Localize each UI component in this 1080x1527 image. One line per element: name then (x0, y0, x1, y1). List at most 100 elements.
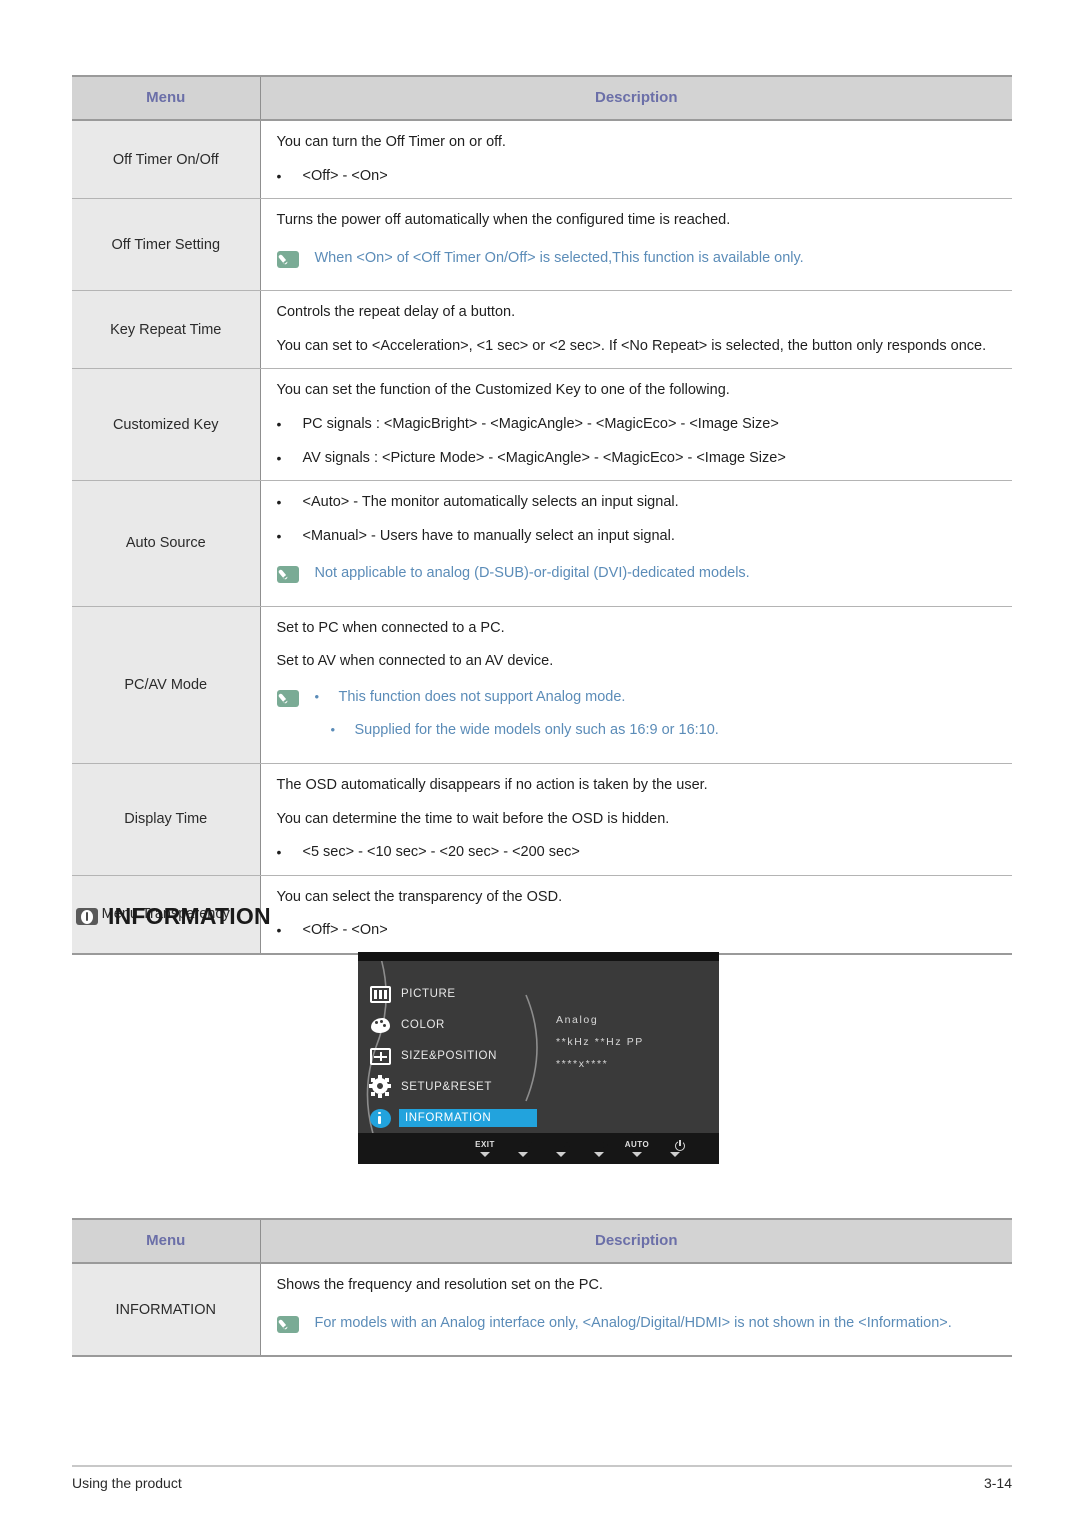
description-cell: Set to PC when connected to a PC. Set to … (260, 606, 1012, 765)
description-cell: The OSD automatically disappears if no a… (260, 763, 1012, 876)
description-cell: You can select the transparency of the O… (260, 875, 1012, 955)
table-row: INFORMATION Shows the frequency and resol… (72, 1263, 1012, 1358)
bullet-text: <5 sec> - <10 sec> - <20 sec> - <200 sec… (302, 844, 580, 861)
column-header-menu: Menu (72, 75, 261, 121)
note-row: • This function does not support Analog m… (276, 688, 999, 741)
description-cell: Turns the power off automatically when t… (260, 198, 1012, 292)
description-line: The OSD automatically disappears if no a… (276, 777, 708, 793)
osd-body: PICTURE COLOR SIZE&POSITION SETUP&RESET INFO… (358, 961, 719, 1133)
osd-button-exit[interactable]: EXIT (466, 1140, 504, 1157)
description-cell: You can turn the Off Timer on or off. • <O… (260, 120, 1012, 200)
note-row: Not applicable to analog (D-SUB)-or-digi… (276, 564, 999, 584)
description-bullet: • <Off> - <On> (277, 921, 999, 941)
note-bullet-text: This function does not support Analog mo… (338, 688, 626, 705)
color-palette-icon (370, 1016, 391, 1034)
note-clip-icon (276, 250, 299, 268)
menu-name-cell: Customized Key (72, 368, 261, 482)
note-bullet: • Supplied for the wide models only such … (315, 721, 999, 741)
table-header-row: Menu Description (72, 75, 1012, 121)
column-header-description: Description (260, 75, 1012, 121)
description-line: Set to AV when connected to an AV device… (276, 653, 554, 670)
description-bullet: • <Off> - <On> (277, 167, 999, 187)
note-bullet-text: Supplied for the wide models only such a… (354, 722, 719, 739)
bullet-text: <Off> - <On> (302, 922, 388, 939)
section-heading-information: INFORMATION (76, 903, 271, 930)
bullet-dot-icon: • (276, 527, 282, 544)
table-row: Key Repeat Time Controls the repeat delay… (72, 290, 1012, 370)
osd-info-frequency: **kHz **Hz PP (556, 1036, 644, 1049)
osd-button-indicator-icon (480, 1152, 490, 1157)
bullet-dot-icon: • (276, 167, 282, 184)
menu-name-cell: Off Timer On/Off (72, 120, 261, 200)
bullet-dot-icon: • (330, 722, 336, 738)
osd-menu-item-label: PICTURE (401, 988, 456, 1000)
osd-button-up-arrow[interactable] (542, 1140, 580, 1157)
osd-button-power[interactable] (656, 1139, 694, 1157)
bullet-text: <Auto> - The monitor automatically selec… (302, 494, 679, 511)
description-cell: • <Auto> - The monitor automatically sele… (260, 480, 1012, 607)
osd-button-enter-play[interactable] (580, 1140, 618, 1157)
osd-info-signal: Analog (556, 1014, 599, 1026)
description-line: Controls the repeat delay of a button. (276, 304, 516, 321)
osd-info-resolution: ****x**** (556, 1058, 609, 1071)
osd-button-auto[interactable]: AUTO (618, 1140, 656, 1157)
note-row: For models with an Analog interface only… (276, 1314, 999, 1334)
osd-menu-list: PICTURE COLOR SIZE&POSITION SETUP&RESET INFO… (368, 979, 548, 1134)
information-badge-icon (76, 908, 98, 925)
setup-reset-table: Menu Description Off Timer On/Off You can… (72, 75, 1012, 955)
description-line: You can set to <Acceleration>, <1 sec> o… (276, 337, 987, 354)
table-row: Display Time The OSD automatically disapp… (72, 763, 1012, 876)
osd-button-indicator-icon (518, 1152, 528, 1157)
footer-divider (72, 1465, 1012, 1467)
note-clip-icon (276, 566, 299, 584)
note-text: When <On> of <Off Timer On/Off> is selec… (314, 249, 804, 266)
bullet-dot-icon: • (276, 449, 282, 466)
note-text: For models with an Analog interface only… (314, 1314, 952, 1331)
description-cell: You can set the function of the Customiz… (260, 368, 1012, 482)
description-line: Shows the frequency and resolution set o… (276, 1277, 603, 1293)
note-text: Not applicable to analog (D-SUB)-or-digi… (314, 565, 750, 582)
osd-button-indicator-icon (594, 1152, 604, 1157)
note-clip-icon (276, 689, 299, 707)
info-circle-icon (370, 1108, 391, 1128)
osd-menu-item-label: INFORMATION (399, 1109, 538, 1127)
osd-menu-item-information[interactable]: INFORMATION (368, 1103, 548, 1133)
osd-menu-item-setup-reset[interactable]: SETUP&RESET (368, 1072, 548, 1102)
table-header-row: Menu Description (72, 1218, 1012, 1264)
osd-menu-item-picture[interactable]: PICTURE (368, 979, 548, 1009)
note-row: When <On> of <Off Timer On/Off> is selec… (276, 249, 999, 269)
osd-button-caption: EXIT (475, 1140, 495, 1149)
bullet-dot-icon: • (276, 494, 282, 511)
bullet-text: <Manual> - Users have to manually select… (302, 527, 675, 544)
footer-page-number: 3-14 (983, 1475, 1012, 1491)
osd-menu-item-size-position[interactable]: SIZE&POSITION (368, 1041, 548, 1071)
osd-button-caption: AUTO (624, 1140, 650, 1149)
osd-button-indicator-icon (556, 1152, 566, 1157)
osd-menu-item-label: SETUP&RESET (401, 1081, 492, 1093)
osd-button-down-arrow[interactable] (504, 1140, 542, 1157)
table-row: Off Timer On/Off You can turn the Off Tim… (72, 120, 1012, 200)
page-footer: Using the product 3-14 (72, 1475, 1012, 1491)
column-header-description: Description (260, 1218, 1012, 1264)
menu-name-cell: Display Time (72, 763, 261, 876)
bullet-dot-icon: • (276, 922, 282, 939)
osd-menu-item-color[interactable]: COLOR (368, 1010, 548, 1040)
description-line: You can set the function of the Customiz… (276, 382, 730, 399)
menu-name-cell: Off Timer Setting (72, 198, 261, 292)
page-title: INFORMATION (108, 903, 271, 929)
description-cell: Controls the repeat delay of a button. Yo… (260, 290, 1012, 370)
description-cell: Shows the frequency and resolution set o… (260, 1263, 1012, 1358)
document-page: Menu Description Off Timer On/Off You can… (0, 0, 1080, 1527)
bullet-text: PC signals : <MagicBright> - <MagicAngle… (302, 415, 779, 432)
description-bullet: • <Manual> - Users have to manually selec… (277, 527, 999, 547)
information-table: Menu Description INFORMATION Shows the fr… (72, 1218, 1012, 1358)
footer-section-label: Using the product (72, 1475, 182, 1491)
table-row: Auto Source • <Auto> - The monitor automat… (72, 480, 1012, 607)
note-clip-icon (276, 1315, 299, 1333)
description-line: Set to PC when connected to a PC. (276, 619, 505, 636)
menu-name-cell: Key Repeat Time (72, 290, 261, 370)
description-line: You can turn the Off Timer on or off. (276, 134, 506, 150)
description-line: You can determine the time to wait befor… (276, 810, 670, 827)
osd-button-indicator-icon (632, 1152, 642, 1157)
osd-button-bar: EXIT AUTO (358, 1133, 719, 1164)
